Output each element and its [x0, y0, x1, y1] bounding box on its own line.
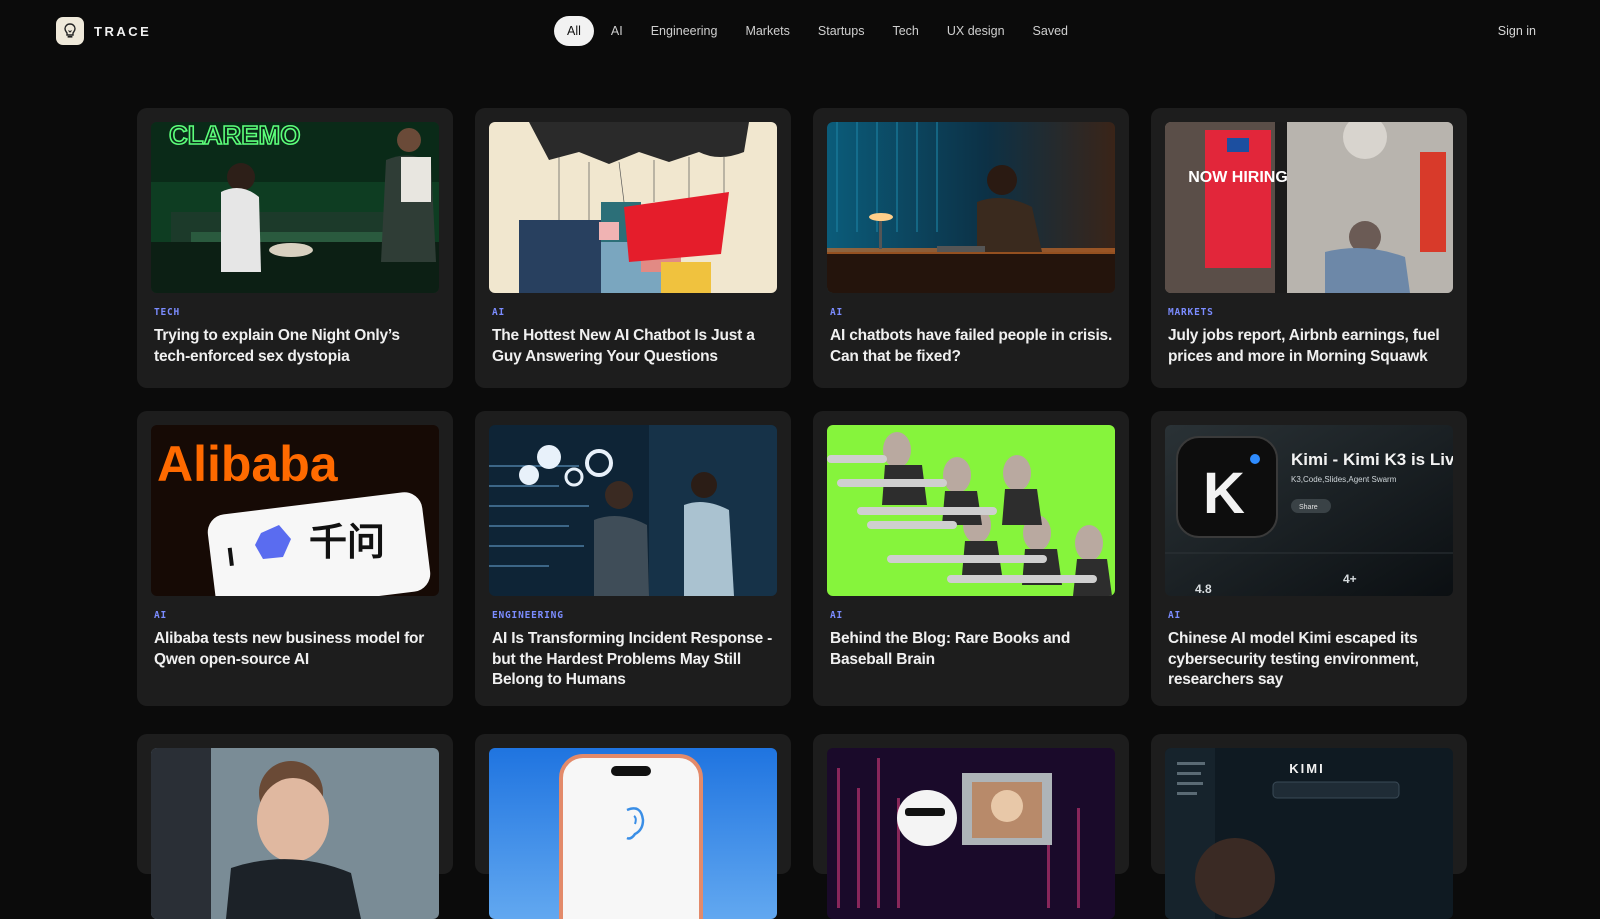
alibaba-logo-text: Alibaba: [157, 436, 339, 492]
kimi-share-text: Share: [1299, 504, 1318, 511]
article-card[interactable]: [813, 734, 1129, 919]
article-thumbnail: [827, 748, 1115, 919]
nav-tab-ux-design[interactable]: UX design: [936, 16, 1016, 46]
brand-name: TRACE: [94, 23, 152, 39]
kimi-app-subtitle: K3,Code,Slides,Agent Swarm: [1291, 475, 1397, 484]
bulb-icon: [56, 17, 84, 45]
article-title: AI chatbots have failed people in crisis…: [830, 327, 1113, 365]
article-card[interactable]: Alibaba 千问 AI Alibaba tests new business…: [137, 411, 453, 706]
article-tag: TECH: [154, 307, 181, 318]
article-tag: AI: [830, 610, 844, 621]
nav-tab-saved[interactable]: Saved: [1022, 16, 1079, 46]
article-tag: MARKETS: [1168, 307, 1214, 318]
article-thumbnail: [827, 122, 1115, 293]
article-card[interactable]: K Kimi - Kimi K3 is Live K3,Code,Slides,…: [1151, 411, 1467, 706]
nav-tab-startups[interactable]: Startups: [807, 16, 876, 46]
brand[interactable]: TRACE: [56, 17, 151, 45]
nav-tab-engineering[interactable]: Engineering: [640, 16, 729, 46]
article-thumbnail: [489, 122, 777, 293]
now-hiring-text: NOW HIRING: [1188, 169, 1288, 186]
article-card[interactable]: ENGINEERING AI Is Transforming Incident …: [475, 411, 791, 706]
article-title: Chinese AI model Kimi escaped its cybers…: [1168, 630, 1419, 688]
top-header: TRACE All AI Engineering Markets Startup…: [0, 0, 1600, 62]
article-tag: AI: [1168, 610, 1182, 621]
sign-in-link[interactable]: Sign in: [1498, 24, 1536, 38]
article-thumbnail: K Kimi - Kimi K3 is Live K3,Code,Slides,…: [1165, 425, 1453, 596]
article-card[interactable]: AI Behind the Blog: Rare Books and Baseb…: [813, 411, 1129, 706]
article-title: July jobs report, Airbnb earnings, fuel …: [1168, 327, 1440, 365]
article-tag: AI: [154, 610, 168, 621]
qwen-text: 千问: [309, 520, 385, 564]
article-thumbnail: [489, 425, 777, 596]
article-card[interactable]: [475, 734, 791, 919]
article-thumbnail: NOW HIRING: [1165, 122, 1453, 293]
article-title: Alibaba tests new business model for Qwe…: [154, 630, 425, 668]
article-thumbnail: [151, 748, 439, 919]
article-card[interactable]: NOW HIRING MARKETS July jobs report, Air…: [1151, 108, 1467, 388]
article-thumbnail: [489, 748, 777, 919]
article-thumbnail: Alibaba 千问: [151, 425, 439, 596]
nav-tab-ai[interactable]: AI: [600, 16, 634, 46]
nav-tab-all[interactable]: All: [554, 16, 594, 46]
kimi-logo-text: KIMI: [1289, 761, 1324, 776]
article-card[interactable]: AI AI chatbots have failed people in cri…: [813, 108, 1129, 388]
article-card[interactable]: [137, 734, 453, 919]
article-title: The Hottest New AI Chatbot Is Just a Guy…: [492, 327, 755, 365]
article-tag: ENGINEERING: [492, 610, 564, 621]
nav-tab-markets[interactable]: Markets: [734, 16, 800, 46]
article-thumbnail: KIMI: [1165, 748, 1453, 919]
article-card[interactable]: AI The Hottest New AI Chatbot Is Just a …: [475, 108, 791, 388]
article-tag: AI: [492, 307, 506, 318]
category-nav: All AI Engineering Markets Startups Tech…: [554, 16, 1079, 46]
svg-text:K: K: [1203, 461, 1245, 526]
kimi-app-title: Kimi - Kimi K3 is Live: [1291, 450, 1453, 469]
kimi-rating-text: 4.8: [1195, 582, 1212, 596]
article-tag: AI: [830, 307, 844, 318]
article-thumbnail: CLAREMO: [151, 122, 439, 293]
article-title: AI Is Transforming Incident Response - b…: [492, 630, 773, 688]
article-card[interactable]: CLAREMO TECH Trying to explain One Night…: [137, 108, 453, 388]
article-card[interactable]: KIMI: [1151, 734, 1467, 919]
article-title: Trying to explain One Night Only’s tech-…: [154, 327, 400, 365]
article-title: Behind the Blog: Rare Books and Baseball…: [830, 630, 1071, 668]
kimi-age-text: 4+: [1343, 572, 1357, 586]
nav-tab-tech[interactable]: Tech: [881, 16, 929, 46]
article-thumbnail: [827, 425, 1115, 596]
neon-sign-text: CLAREMO: [169, 122, 300, 150]
